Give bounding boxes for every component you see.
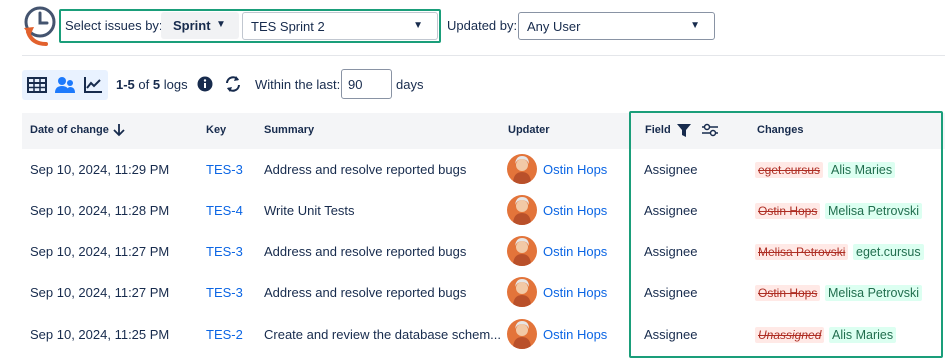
updated-by-dropdown[interactable]: Any User ▼	[518, 12, 715, 40]
updater-link[interactable]: Ostin Hops	[543, 327, 607, 342]
days-label: days	[396, 77, 424, 92]
date-cell: Sep 10, 2024, 11:25 PM	[30, 327, 170, 342]
table-header	[22, 113, 945, 149]
date-cell: Sep 10, 2024, 11:29 PM	[30, 162, 170, 177]
date-cell: Sep 10, 2024, 11:28 PM	[30, 203, 170, 218]
table-row: Sep 10, 2024, 11:29 PM TES-3 Address and r…	[22, 149, 945, 190]
summary-cell: Address and resolve reported bugs	[264, 162, 467, 177]
issue-key-link[interactable]: TES-2	[206, 327, 243, 342]
updated-by-label: Updated by:	[447, 18, 518, 33]
old-value-badge: Ostin Hops	[755, 203, 821, 219]
old-value-badge: Unassigned	[755, 327, 825, 343]
new-value-badge: Alis Maries	[829, 327, 897, 343]
field-cell: Assignee	[644, 203, 698, 218]
chart-icon[interactable]	[83, 76, 103, 94]
users-icon[interactable]	[55, 76, 75, 94]
chevron-down-icon: ▼	[413, 20, 423, 31]
avatar	[507, 154, 537, 184]
new-value-badge: Alis Maries	[828, 162, 896, 178]
arrow-down-icon[interactable]	[112, 123, 126, 137]
sprint-dropdown[interactable]: TES Sprint 2 ▼	[242, 12, 438, 40]
refresh-icon[interactable]	[224, 75, 242, 93]
avatar	[507, 195, 537, 225]
column-header-field: Field	[645, 124, 671, 136]
header-divider	[22, 55, 945, 56]
table-row: Sep 10, 2024, 11:28 PM TES-4 Write Unit Te…	[22, 190, 945, 231]
sprint-value: TES Sprint 2	[251, 19, 325, 34]
avatar	[507, 236, 537, 266]
date-cell: Sep 10, 2024, 11:27 PM	[30, 285, 170, 300]
chevron-down-icon: ▼	[216, 19, 226, 30]
field-cell: Assignee	[644, 285, 698, 300]
updater-link[interactable]: Ostin Hops	[543, 203, 607, 218]
select-by-value: Sprint	[173, 18, 211, 33]
select-issues-label: Select issues by:	[65, 18, 163, 33]
column-header-changes: Changes	[757, 124, 804, 136]
issue-key-link[interactable]: TES-4	[206, 203, 243, 218]
new-value-badge: eget.cursus	[853, 244, 924, 260]
old-value-badge: Ostin Hops	[755, 285, 821, 301]
date-cell: Sep 10, 2024, 11:27 PM	[30, 244, 170, 259]
old-value-badge: eget.cursus	[755, 162, 824, 178]
table-icon[interactable]	[27, 76, 47, 94]
avatar	[507, 277, 537, 307]
field-cell: Assignee	[644, 244, 698, 259]
summary-cell: Address and resolve reported bugs	[264, 285, 467, 300]
log-count: 1-5 of 5 logs	[116, 77, 188, 92]
clock-history-icon	[24, 6, 56, 46]
table-row: Sep 10, 2024, 11:25 PM TES-2 Create and re…	[22, 314, 945, 355]
filter-icon[interactable]	[677, 124, 691, 137]
summary-cell: Create and review the database schem...	[264, 327, 502, 342]
column-header-date[interactable]: Date of change	[30, 124, 109, 136]
summary-cell: Address and resolve reported bugs	[264, 244, 467, 259]
days-input[interactable]: 90	[341, 69, 392, 99]
summary-cell: Write Unit Tests	[264, 203, 355, 218]
updater-link[interactable]: Ostin Hops	[543, 285, 607, 300]
field-cell: Assignee	[644, 327, 698, 342]
sliders-icon[interactable]	[701, 123, 719, 137]
table-row: Sep 10, 2024, 11:27 PM TES-3 Address and r…	[22, 231, 945, 272]
column-header-updater: Updater	[508, 124, 550, 136]
issue-key-link[interactable]: TES-3	[206, 285, 243, 300]
table-row: Sep 10, 2024, 11:27 PM TES-3 Address and r…	[22, 272, 945, 313]
within-last-label: Within the last:	[255, 77, 341, 92]
column-header-summary: Summary	[264, 124, 315, 136]
field-cell: Assignee	[644, 162, 698, 177]
select-by-dropdown[interactable]: Sprint ▼	[161, 12, 239, 39]
issue-key-link[interactable]: TES-3	[206, 162, 243, 177]
column-header-key: Key	[206, 124, 227, 136]
new-value-badge: Melisa Petrovski	[825, 203, 922, 219]
new-value-badge: Melisa Petrovski	[825, 285, 922, 301]
view-toggle-group	[22, 70, 108, 100]
updater-link[interactable]: Ostin Hops	[543, 244, 607, 259]
issue-key-link[interactable]: TES-3	[206, 244, 243, 259]
updated-by-value: Any User	[527, 19, 581, 34]
chevron-down-icon: ▼	[690, 20, 700, 31]
avatar	[507, 319, 537, 349]
updater-link[interactable]: Ostin Hops	[543, 162, 607, 177]
old-value-badge: Melisa Petrovski	[755, 244, 849, 260]
info-icon[interactable]	[197, 76, 213, 92]
